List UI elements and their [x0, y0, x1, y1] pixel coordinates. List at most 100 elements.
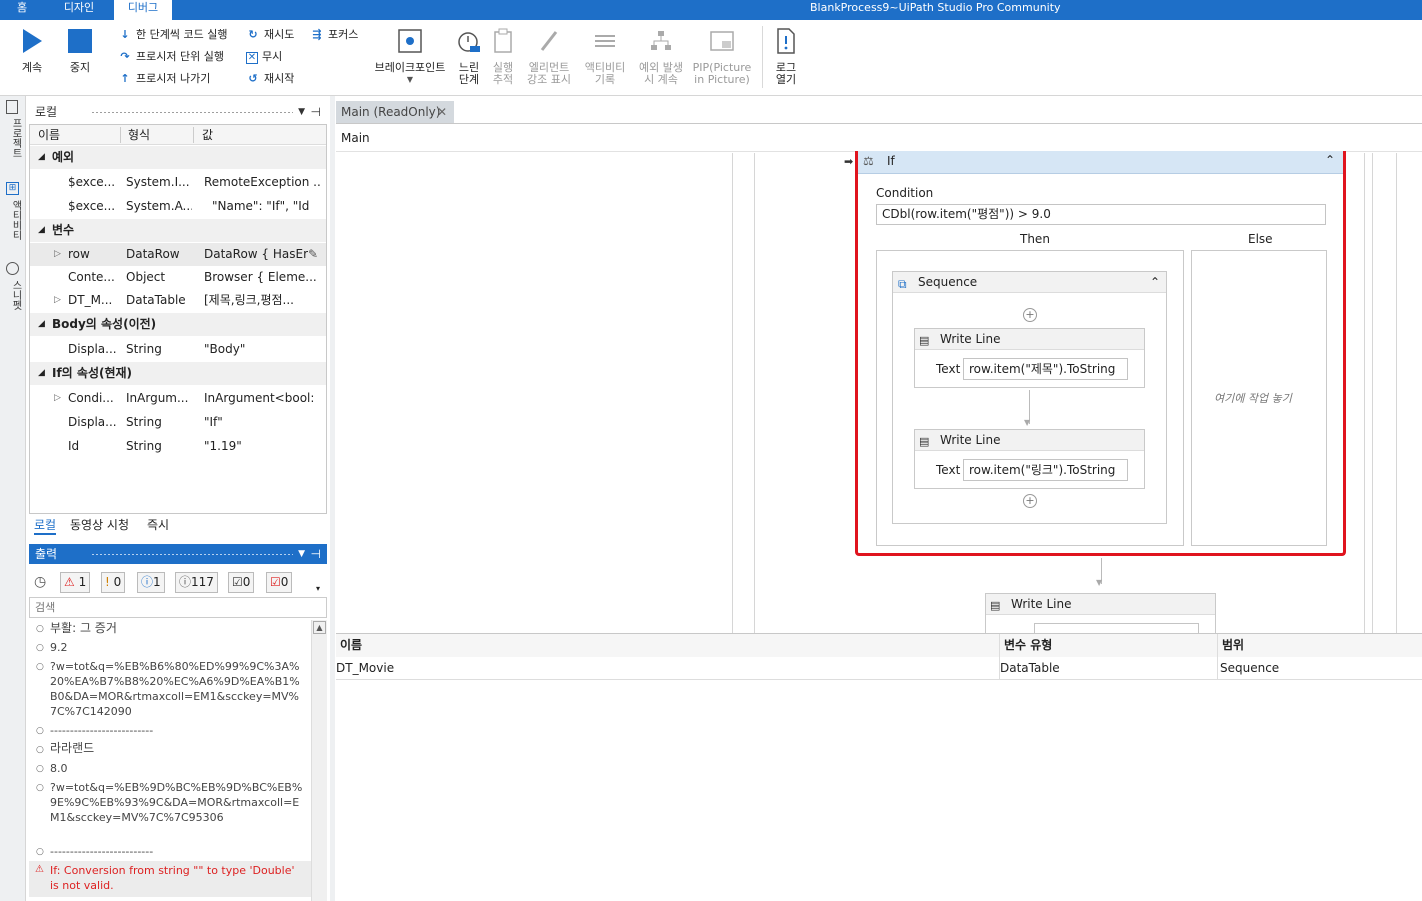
- add-activity-icon[interactable]: +: [1023, 308, 1037, 322]
- log-line[interactable]: ?w=tot&q=%EB%B6%80%ED%99%9C%3A%20%EA%B7%…: [50, 659, 305, 719]
- log-activities-button[interactable]: 액티비티 기록: [580, 28, 630, 86]
- step-into-button[interactable]: ↓ 한 단계씩 코드 실행: [118, 26, 227, 44]
- clock-icon[interactable]: ◷: [34, 574, 46, 590]
- column-header-name[interactable]: 이름: [38, 125, 60, 145]
- collapse-icon[interactable]: ◢: [38, 362, 45, 385]
- tab-watch[interactable]: 동영상 시청: [70, 517, 129, 533]
- filter-critical-button[interactable]: ☑0: [266, 572, 293, 593]
- panel-splitter[interactable]: [330, 96, 335, 901]
- write-line-activity[interactable]: ▤ Write Line: [985, 593, 1216, 633]
- collapse-chevron-icon[interactable]: ⌃: [1325, 153, 1335, 167]
- filter-info-button[interactable]: ⓘ1: [137, 572, 165, 593]
- open-logs-button[interactable]: 로그 열기: [770, 28, 802, 86]
- close-icon[interactable]: ✕: [437, 101, 447, 123]
- locals-row[interactable]: Displa... String "Body": [30, 338, 326, 361]
- write-line-activity[interactable]: ▤ Write Line Text row.item("링크").ToStrin…: [914, 429, 1145, 489]
- tab-home[interactable]: 홈: [0, 0, 44, 20]
- edit-pencil-icon[interactable]: ✎: [308, 243, 318, 266]
- group-exception[interactable]: ◢ 예외: [30, 146, 326, 169]
- tab-debug[interactable]: 디버그: [114, 0, 172, 20]
- text-input[interactable]: row.item("링크").ToString: [963, 459, 1128, 481]
- execution-trail-button[interactable]: 실행 추적: [487, 28, 519, 86]
- write-line-header[interactable]: ▤ Write Line: [915, 329, 1144, 350]
- chevron-down-icon[interactable]: ▼: [298, 102, 305, 122]
- log-line[interactable]: --------------------------: [50, 844, 305, 859]
- add-activity-icon[interactable]: +: [1023, 494, 1037, 508]
- scroll-up-icon[interactable]: ▲: [313, 621, 326, 634]
- locals-row-selected[interactable]: ▷ row DataRow DataRow { HasEr... ✎: [30, 243, 326, 266]
- locals-row[interactable]: Displa... String "If": [30, 411, 326, 434]
- tab-locals[interactable]: 로컬: [34, 517, 57, 535]
- focus-button[interactable]: ⇶ 포커스: [310, 26, 358, 44]
- side-tab-project[interactable]: 프로젝트: [5, 118, 21, 158]
- group-variables[interactable]: ◢ 변수: [30, 219, 326, 242]
- filter-trace-button[interactable]: ⓘ117: [175, 572, 218, 593]
- slow-step-button[interactable]: 느린 단계: [455, 28, 483, 86]
- continue-on-exception-button[interactable]: 예외 발생 시 계속: [635, 28, 687, 86]
- log-line[interactable]: 라라랜드: [50, 741, 305, 756]
- text-input[interactable]: [1034, 623, 1199, 633]
- else-container[interactable]: 여기에 작업 놓기: [1191, 250, 1327, 546]
- side-tab-snippets[interactable]: 스니펫: [5, 280, 21, 310]
- variable-scope-cell[interactable]: Sequence: [1218, 657, 1422, 680]
- log-line[interactable]: 8.0: [50, 761, 305, 776]
- highlight-elements-button[interactable]: 엘리먼트 강조 표시: [524, 28, 574, 86]
- condition-input[interactable]: CDbl(row.item("평점")) > 9.0: [876, 204, 1326, 225]
- sequence-activity[interactable]: ⧉ Sequence ⌃ + ▤ Write Line Text row.ite…: [892, 271, 1167, 524]
- restart-button[interactable]: ↺ 재시작: [246, 70, 294, 88]
- pip-button[interactable]: PIP(Picture in Picture): [692, 28, 752, 86]
- locals-row[interactable]: ▷ DT_M... DataTable [제목,링크,평점...: [30, 289, 326, 312]
- variable-name-cell[interactable]: DT_Movie: [336, 657, 1000, 680]
- collapse-icon[interactable]: ◢: [38, 146, 45, 169]
- collapse-chevron-icon[interactable]: ⌃: [1150, 272, 1160, 292]
- if-activity[interactable]: ⚖ If ⌃ Condition CDbl(row.item("평점")) > …: [855, 151, 1346, 556]
- log-line[interactable]: ?w=tot&q=%EB%9D%BC%EB%9D%BC%EB%9E%9C%EB%…: [50, 780, 305, 825]
- step-over-button[interactable]: ↷ 프로시저 단위 실행: [118, 48, 224, 66]
- filter-warnings-button[interactable]: ! 0: [101, 572, 126, 593]
- locals-row[interactable]: $exce... System.A... "Name": "If", "Id: [30, 195, 326, 218]
- if-header[interactable]: ⚖ If ⌃: [858, 151, 1343, 174]
- tab-immediate[interactable]: 즉시: [147, 517, 169, 533]
- ignore-button[interactable]: ✕ 무시: [246, 48, 282, 66]
- drag-grip[interactable]: [91, 553, 293, 556]
- log-line[interactable]: 9.2: [50, 640, 305, 655]
- pin-icon[interactable]: ⊣: [311, 102, 321, 122]
- more-options-icon[interactable]: ▾: [316, 584, 320, 593]
- breakpoints-button[interactable]: 브레이크포인트 ▼: [370, 28, 450, 86]
- sequence-header[interactable]: ⧉ Sequence ⌃: [893, 272, 1166, 293]
- group-if-properties[interactable]: ◢ If의 속성(현재): [30, 362, 326, 385]
- variable-type-cell[interactable]: DataTable: [1000, 657, 1218, 680]
- column-header-name[interactable]: 이름: [336, 634, 1000, 657]
- breadcrumb[interactable]: Main: [341, 131, 370, 145]
- chevron-down-icon[interactable]: ▼: [298, 544, 305, 564]
- locals-row[interactable]: $exce... System.I... RemoteException ...: [30, 171, 326, 194]
- error-log-row[interactable]: ⚠ If: Conversion from string "" to type …: [29, 861, 311, 897]
- filter-verbose-button[interactable]: ☑0: [228, 572, 255, 593]
- output-scrollbar[interactable]: ▲: [311, 620, 327, 901]
- collapse-icon[interactable]: ◢: [38, 219, 45, 242]
- continue-button[interactable]: 계속: [14, 28, 50, 74]
- pin-icon[interactable]: ⊣: [311, 544, 321, 564]
- write-line-header[interactable]: ▤ Write Line: [986, 594, 1215, 615]
- expand-icon[interactable]: ▷: [54, 289, 61, 312]
- document-tab[interactable]: Main (ReadOnly) ✕: [336, 101, 454, 123]
- tab-design[interactable]: 디자인: [44, 0, 114, 20]
- log-line[interactable]: 부활: 그 증거: [50, 621, 305, 636]
- column-header-type[interactable]: 형식: [128, 125, 150, 145]
- column-header-value[interactable]: 값: [202, 125, 213, 145]
- retry-button[interactable]: ↻ 재시도: [246, 26, 294, 44]
- locals-row[interactable]: Id String "1.19": [30, 435, 326, 458]
- collapse-icon[interactable]: ◢: [38, 313, 45, 336]
- stop-button[interactable]: 중지: [62, 28, 98, 74]
- expand-icon[interactable]: ▷: [54, 243, 61, 266]
- filter-errors-button[interactable]: ⚠ 1: [60, 572, 91, 593]
- text-input[interactable]: row.item("제목").ToString: [963, 358, 1128, 380]
- output-search-input[interactable]: [29, 597, 327, 618]
- group-body-properties[interactable]: ◢ Body의 속성(이전): [30, 313, 326, 336]
- write-line-header[interactable]: ▤ Write Line: [915, 430, 1144, 451]
- then-container[interactable]: ⧉ Sequence ⌃ + ▤ Write Line Text row.ite…: [876, 250, 1184, 546]
- write-line-activity[interactable]: ▤ Write Line Text row.item("제목").ToStrin…: [914, 328, 1145, 388]
- column-header-scope[interactable]: 범위: [1218, 634, 1422, 657]
- step-out-button[interactable]: ↑ 프로시저 나가기: [118, 70, 210, 88]
- log-line[interactable]: --------------------------: [50, 723, 305, 738]
